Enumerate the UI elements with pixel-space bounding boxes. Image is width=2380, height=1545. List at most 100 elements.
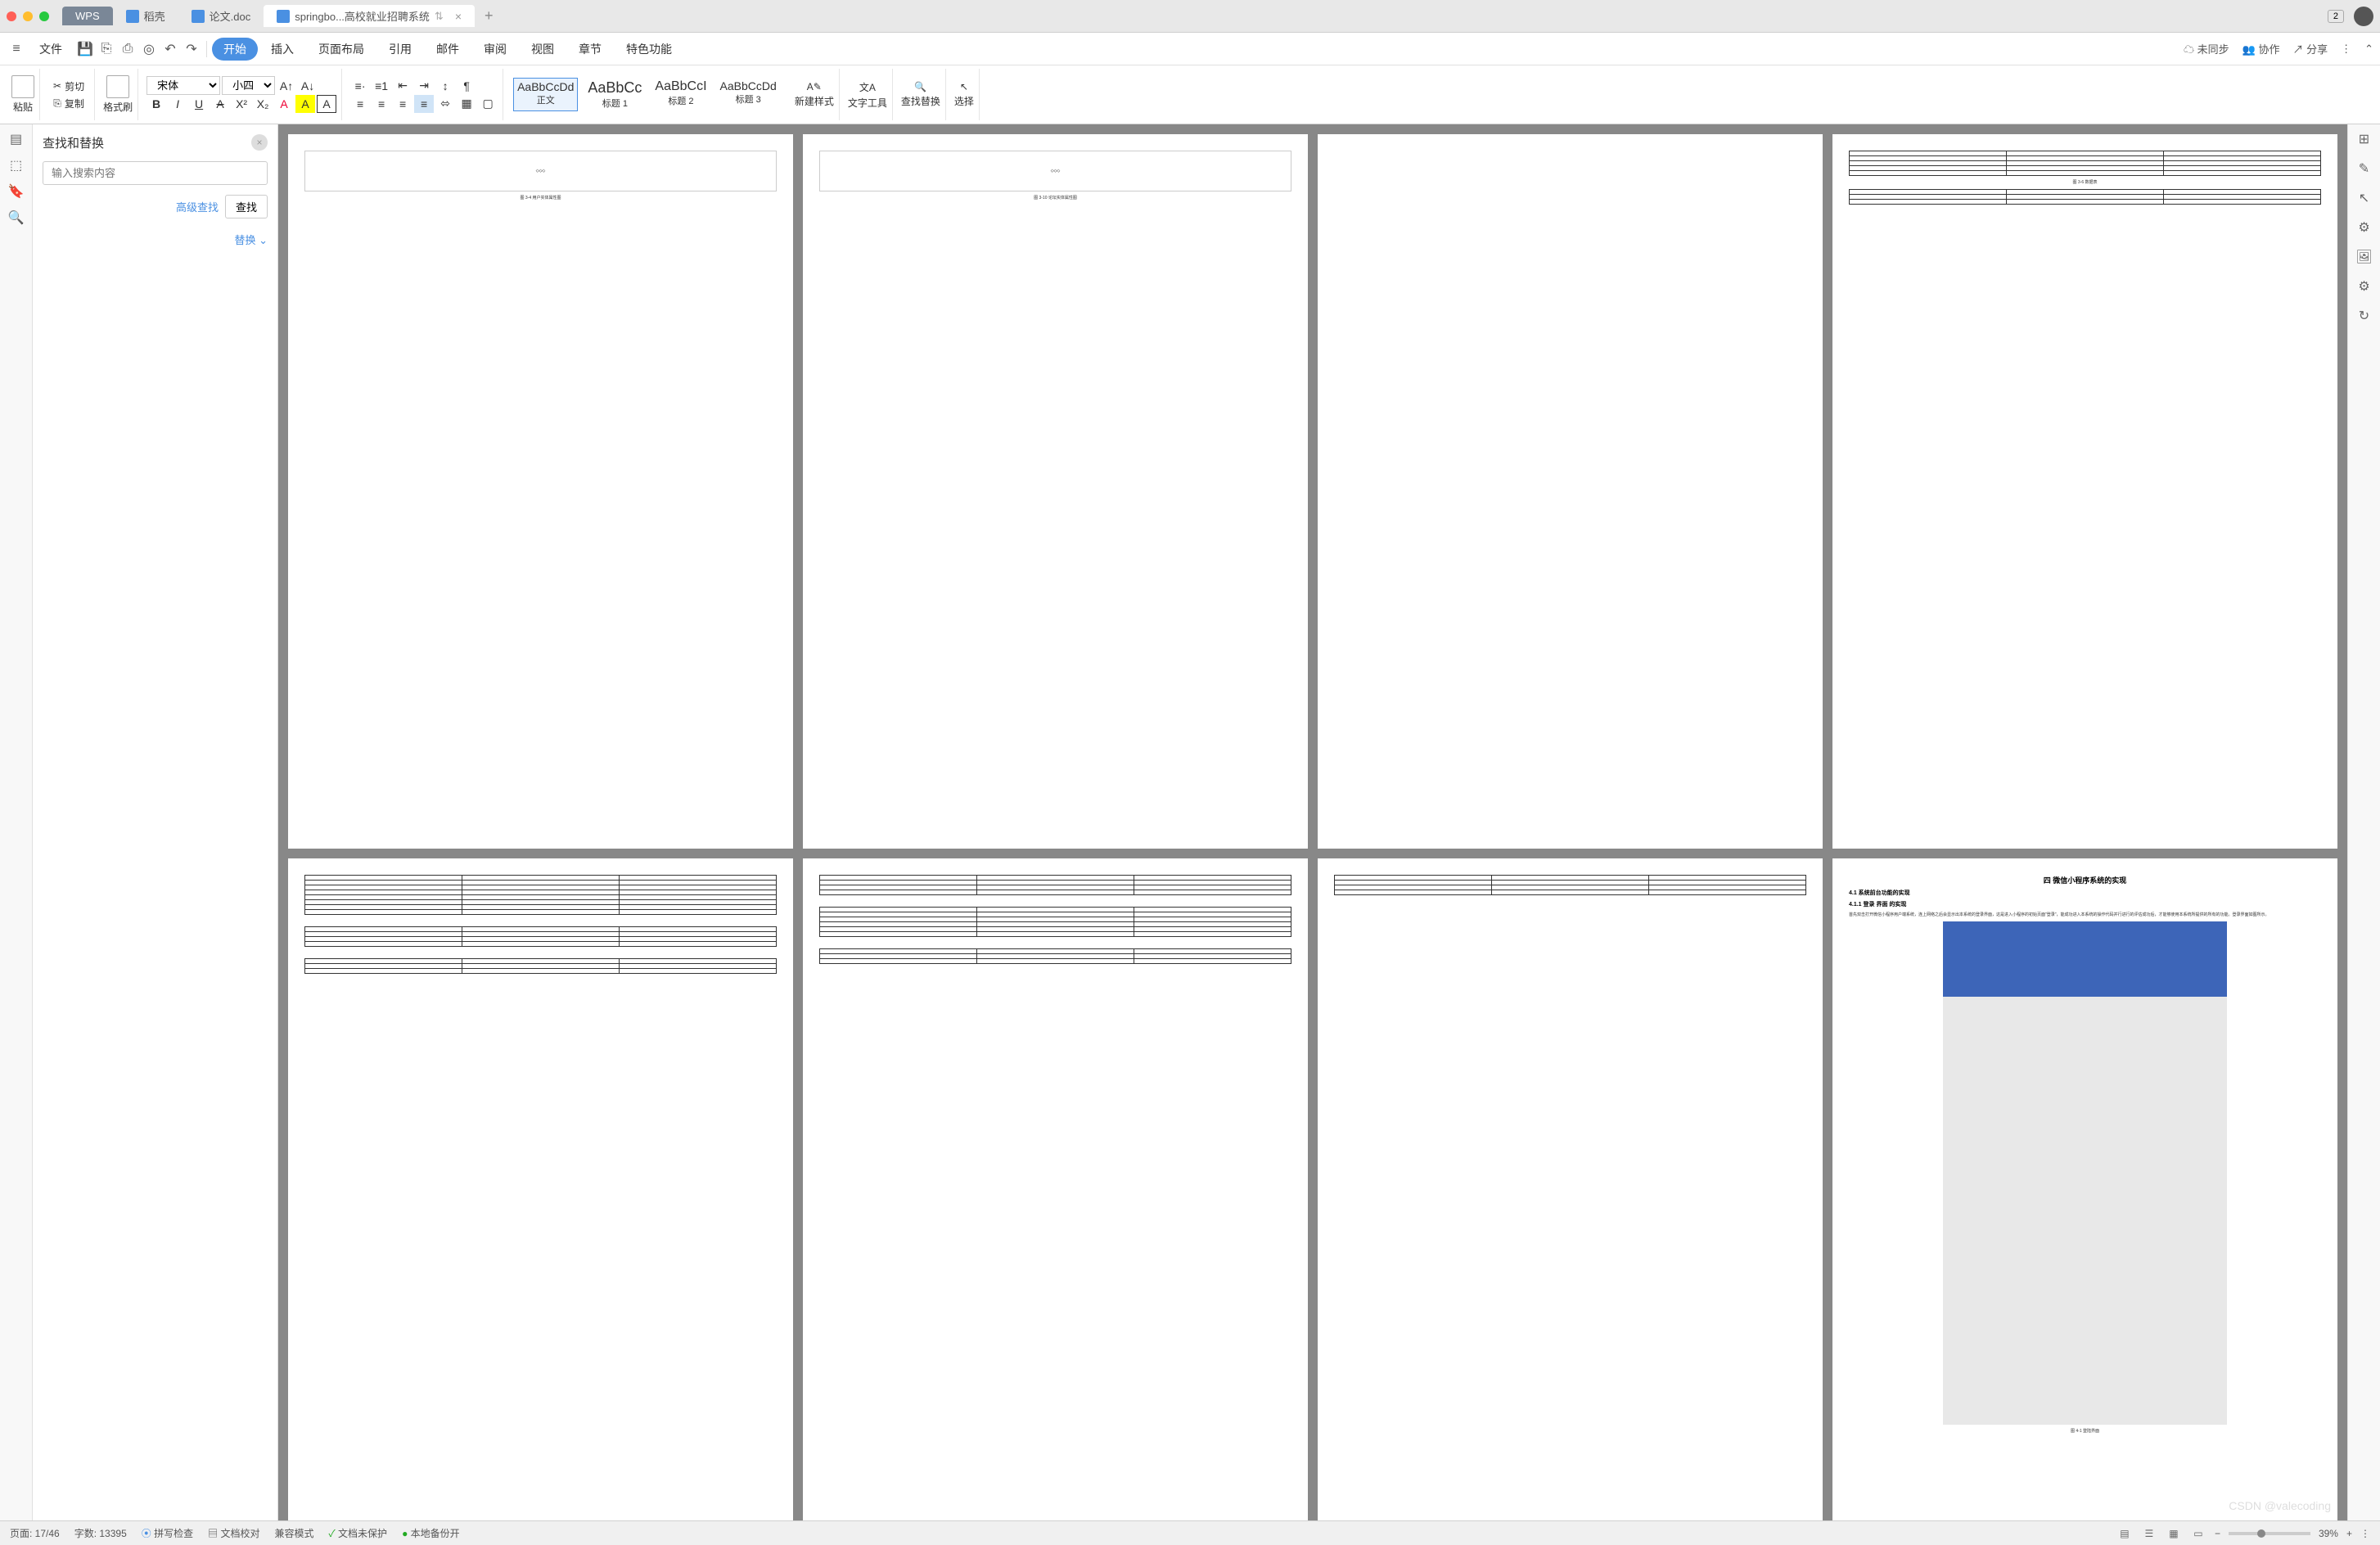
bullet-list-icon[interactable]: ≡· bbox=[350, 77, 370, 95]
cursor-icon[interactable]: ↖ bbox=[2356, 190, 2373, 206]
char-border-button[interactable]: A bbox=[317, 95, 336, 113]
undo-icon[interactable]: ↶ bbox=[160, 39, 180, 59]
font-size-select[interactable]: 小四 bbox=[222, 76, 275, 95]
decrease-font-icon[interactable]: A↓ bbox=[298, 77, 318, 95]
shading-icon[interactable]: ▦ bbox=[457, 95, 476, 113]
find-replace-button[interactable]: 🔍查找替换 bbox=[901, 81, 940, 108]
tab-springboot[interactable]: springbo...高校就业招聘系统 ⇅ × bbox=[264, 5, 475, 27]
page-indicator[interactable]: 页面: 17/46 bbox=[10, 1526, 60, 1540]
share-button[interactable]: ↗ 分享 bbox=[2292, 41, 2328, 56]
chevron-down-icon[interactable]: ⌄ bbox=[259, 234, 268, 246]
search-input[interactable] bbox=[43, 161, 268, 185]
style-h3[interactable]: AaBbCcDd标题 3 bbox=[717, 78, 780, 111]
subscript-button[interactable]: X₂ bbox=[253, 95, 273, 113]
view-page-icon[interactable]: ▤ bbox=[2116, 1525, 2133, 1542]
history-icon[interactable]: ↻ bbox=[2356, 308, 2373, 324]
menu-mail[interactable]: 邮件 bbox=[425, 38, 471, 61]
align-justify-icon[interactable]: ≡ bbox=[414, 95, 434, 113]
grid-icon[interactable]: ⊞ bbox=[2356, 131, 2373, 147]
collapse-ribbon-icon[interactable]: ⌃ bbox=[2364, 43, 2373, 56]
new-style-button[interactable]: A✎新建样式 bbox=[795, 81, 834, 108]
advanced-find-link[interactable]: 高级查找 bbox=[176, 199, 219, 214]
replace-link[interactable]: 替换 bbox=[234, 234, 255, 246]
numbered-list-icon[interactable]: ≡1 bbox=[372, 77, 391, 95]
cut-button[interactable]: ✂ 剪切 bbox=[48, 78, 89, 95]
font-color-button[interactable]: A bbox=[274, 95, 294, 113]
text-tools-button[interactable]: 文A文字工具 bbox=[848, 80, 887, 110]
brush-icon[interactable]: ✎ bbox=[2356, 160, 2373, 177]
backup-status[interactable]: ● 本地备份开 bbox=[402, 1526, 460, 1540]
export-icon[interactable]: ⎘ bbox=[97, 39, 116, 59]
close-window[interactable] bbox=[7, 11, 16, 21]
select-button[interactable]: ↖选择 bbox=[954, 81, 974, 108]
notification-badge[interactable]: 2 bbox=[2328, 10, 2344, 23]
outline-icon[interactable]: ▤ bbox=[8, 131, 25, 147]
preview-icon[interactable]: ◎ bbox=[139, 39, 159, 59]
sync-status[interactable]: ☁ 未同步 bbox=[2184, 41, 2229, 56]
tab-daoke[interactable]: 稻壳 bbox=[113, 5, 178, 27]
close-panel-icon[interactable]: × bbox=[251, 134, 268, 151]
protect-status[interactable]: ✓ 文档未保护 bbox=[329, 1526, 388, 1540]
menu-layout[interactable]: 页面布局 bbox=[307, 38, 376, 61]
add-tab-button[interactable]: + bbox=[475, 7, 503, 25]
menu-insert[interactable]: 插入 bbox=[259, 38, 305, 61]
nav-icon[interactable]: ⬚ bbox=[8, 157, 25, 173]
view-read-icon[interactable]: ▭ bbox=[2190, 1525, 2206, 1542]
find-button[interactable]: 查找 bbox=[225, 195, 268, 218]
strikethrough-button[interactable]: A bbox=[210, 95, 230, 113]
format-painter-button[interactable]: 格式刷 bbox=[103, 75, 133, 114]
print-icon[interactable]: ⎙ bbox=[118, 39, 137, 59]
font-family-select[interactable]: 宋体 bbox=[146, 76, 220, 95]
word-count[interactable]: 字数: 13395 bbox=[74, 1526, 127, 1540]
maximize-window[interactable] bbox=[39, 11, 49, 21]
style-h1[interactable]: AaBbCc标题 1 bbox=[584, 78, 645, 111]
zoom-out-button[interactable]: − bbox=[2215, 1528, 2220, 1539]
menu-start[interactable]: 开始 bbox=[212, 38, 258, 61]
zoom-level[interactable]: 39% bbox=[2319, 1528, 2338, 1539]
menu-references[interactable]: 引用 bbox=[377, 38, 423, 61]
highlight-button[interactable]: A bbox=[295, 95, 315, 113]
zoom-handle[interactable] bbox=[2257, 1529, 2265, 1538]
close-icon[interactable]: × bbox=[455, 10, 462, 23]
doc-review-button[interactable]: ▤ 文档校对 bbox=[208, 1526, 259, 1540]
distribute-icon[interactable]: ⬄ bbox=[435, 95, 455, 113]
adjust-icon[interactable]: ⚙ bbox=[2356, 219, 2373, 236]
search-rail-icon[interactable]: 🔍 bbox=[8, 209, 25, 226]
minimize-window[interactable] bbox=[23, 11, 33, 21]
paste-button[interactable]: 粘贴 bbox=[11, 75, 34, 114]
italic-button[interactable]: I bbox=[168, 95, 187, 113]
align-right-icon[interactable]: ≡ bbox=[393, 95, 412, 113]
bold-button[interactable]: B bbox=[146, 95, 166, 113]
tab-thesis[interactable]: 论文.doc bbox=[178, 5, 264, 27]
menu-chapter[interactable]: 章节 bbox=[567, 38, 613, 61]
align-center-icon[interactable]: ≡ bbox=[372, 95, 391, 113]
increase-indent-icon[interactable]: ⇥ bbox=[414, 77, 434, 95]
menu-view[interactable]: 视图 bbox=[520, 38, 566, 61]
line-spacing-icon[interactable]: ↕ bbox=[435, 77, 455, 95]
superscript-button[interactable]: X² bbox=[232, 95, 251, 113]
hamburger-icon[interactable]: ≡ bbox=[7, 39, 26, 59]
align-left-icon[interactable]: ≡ bbox=[350, 95, 370, 113]
redo-icon[interactable]: ↷ bbox=[182, 39, 201, 59]
borders-icon[interactable]: ▢ bbox=[478, 95, 498, 113]
decrease-indent-icon[interactable]: ⇤ bbox=[393, 77, 412, 95]
menu-review[interactable]: 审阅 bbox=[472, 38, 518, 61]
underline-button[interactable]: U bbox=[189, 95, 209, 113]
menu-special[interactable]: 特色功能 bbox=[615, 38, 683, 61]
style-h2[interactable]: AaBbCcI标题 2 bbox=[651, 78, 710, 111]
tab-wps[interactable]: WPS bbox=[62, 7, 113, 25]
settings-icon[interactable]: ⚙ bbox=[2356, 278, 2373, 295]
increase-font-icon[interactable]: A↑ bbox=[277, 77, 296, 95]
document-viewport[interactable]: ◇◇◇图 3-4 用户实体属性图 ◇◇◇图 3-10 论坛实体属性图 图 3-6… bbox=[278, 124, 2347, 1520]
more-icon[interactable]: ⋮ bbox=[2341, 43, 2351, 56]
show-marks-icon[interactable]: ¶ bbox=[457, 77, 476, 95]
bookmark-icon[interactable]: 🔖 bbox=[8, 183, 25, 200]
zoom-slider[interactable] bbox=[2229, 1532, 2310, 1535]
image-icon[interactable]: 🖼 bbox=[2356, 249, 2373, 265]
collab-button[interactable]: 👥 协作 bbox=[2243, 41, 2280, 56]
avatar[interactable] bbox=[2354, 7, 2373, 26]
style-body[interactable]: AaBbCcDd正文 bbox=[513, 78, 578, 111]
spellcheck-toggle[interactable]: ⦿ 拼写检查 bbox=[142, 1526, 193, 1540]
file-menu[interactable]: 文件 bbox=[28, 38, 74, 61]
view-outline-icon[interactable]: ▦ bbox=[2166, 1525, 2182, 1542]
